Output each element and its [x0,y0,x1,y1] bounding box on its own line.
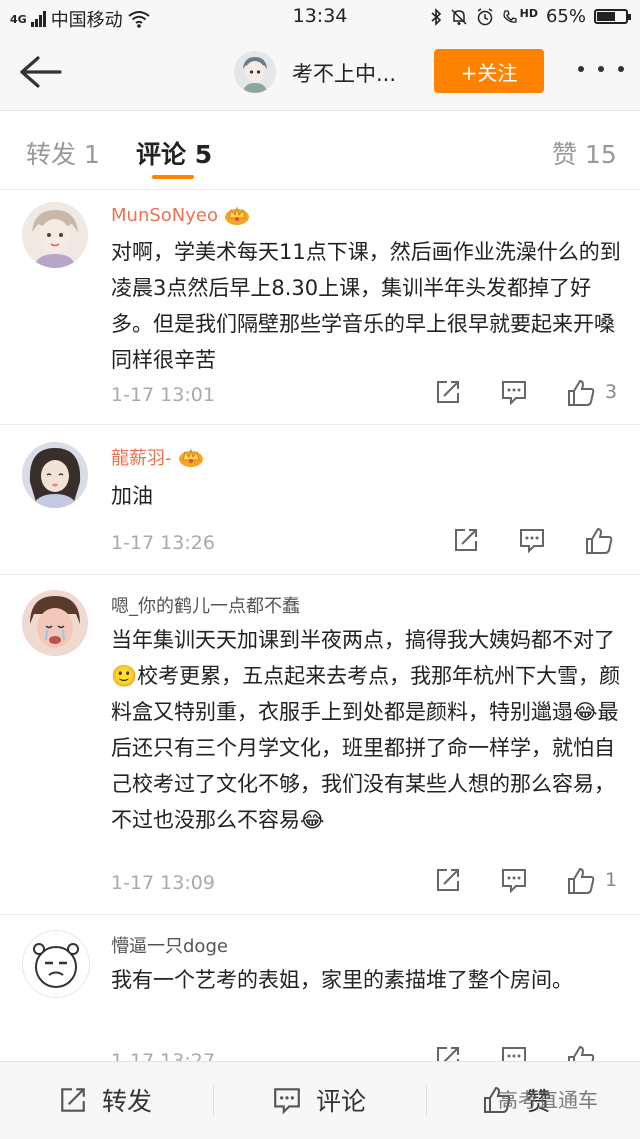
comment-text: 加油 [111,484,153,508]
repost-label: 转发 [102,1087,153,1116]
commenter-avatar[interactable] [22,930,90,998]
interaction-tabs: 转发 1 评论 5 赞 15 [0,111,640,190]
share-icon[interactable] [434,866,462,894]
comment-actions: 3 [430,378,630,410]
commenter-name[interactable]: 龍薪羽- [111,444,204,470]
author-avatar[interactable] [234,51,276,93]
author-name[interactable]: 考不上中... [292,58,396,88]
reply-icon[interactable] [518,526,546,554]
comment-text: 我有一个艺考的表姐，家里的素描堆了整个房间。 [111,968,573,992]
commenter-name[interactable]: MunSoNyeo [111,204,250,226]
phone-hd-icon [503,9,517,23]
divider [0,424,640,425]
comment-actions [430,526,630,558]
commenter-avatar[interactable] [22,590,88,656]
comment-text: 对啊，学美术每天11点下课，然后画作业洗澡什么的到凌晨3点然后早上8.30上课，… [111,240,621,372]
tab-likes[interactable]: 赞 15 [552,135,617,171]
reply-icon[interactable] [500,378,528,406]
more-options-button[interactable] [578,59,624,79]
more-dots-icon [578,66,584,72]
divider [0,574,640,575]
reply-icon[interactable] [500,866,528,894]
comment-label: 评论 [316,1087,367,1116]
back-arrow-icon [20,56,62,88]
top-nav-bar: 考不上中... +关注 [0,34,640,111]
comment-button[interactable]: 评论 [272,1082,366,1118]
like-icon[interactable] [566,378,596,408]
like-icon[interactable] [566,866,596,896]
comment-time: 1-17 13:09 [111,872,215,894]
repost-icon [61,1088,85,1112]
active-tab-indicator [152,175,194,179]
share-icon[interactable] [434,378,462,406]
comment-actions: 1 [430,866,630,898]
commenter-avatar[interactable] [22,442,88,508]
status-bar: 4G 中国移动 13:34 HD 65% [0,0,640,34]
bell-muted-icon [451,8,467,25]
comment-icon [274,1088,300,1115]
divider [0,914,640,915]
hd-label: HD [519,7,538,20]
follow-button[interactable]: +关注 [434,49,544,93]
watermark: 高考直通车 [498,1088,598,1112]
separator [426,1086,427,1116]
commenter-name[interactable]: 懵逼一只doge [111,932,228,958]
back-button[interactable] [16,52,62,92]
commenter-name[interactable]: 嗯_你的鹤儿一点都不蠢 [111,592,300,618]
comment-time: 1-17 13:26 [111,532,215,554]
repost-button[interactable]: 转发 [58,1082,152,1118]
tab-comments[interactable]: 评论 5 [136,135,212,171]
like-icon[interactable] [584,526,614,556]
alarm-icon [477,7,493,25]
like-count: 1 [605,869,618,891]
tab-repost[interactable]: 转发 1 [26,135,100,171]
comment-time: 1-17 13:01 [111,384,215,406]
vip-crown-icon [178,448,203,467]
comment-text: 当年集训天天加课到半夜两点，搞得我大姨妈都不对了🙂校考更累，五点起来去考点，我那… [111,628,621,832]
battery-percent: 65% [545,6,586,27]
vip-crown-icon [225,206,249,225]
commenter-avatar[interactable] [22,202,88,268]
like-count: 3 [605,381,618,403]
bluetooth-icon [431,7,441,26]
share-icon[interactable] [452,526,480,554]
separator [213,1086,214,1116]
battery-icon [594,9,631,24]
